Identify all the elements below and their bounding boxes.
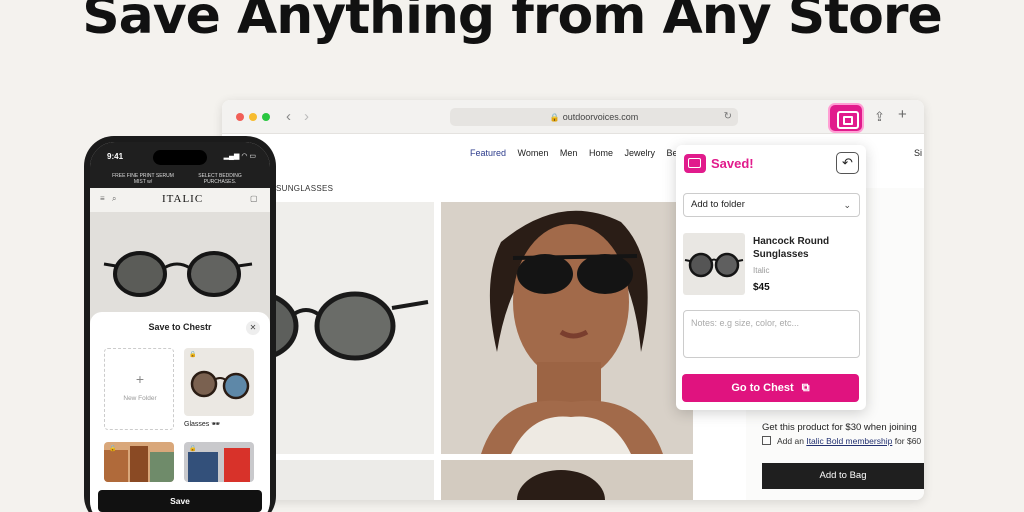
save-button[interactable]: Save	[98, 490, 262, 512]
product-brand: Italic	[753, 266, 770, 275]
new-tab-icon[interactable]: +	[898, 106, 907, 123]
nav-item-featured[interactable]: Featured	[470, 148, 506, 158]
membership-option[interactable]: Add an Italic Bold membership for $60	[762, 436, 921, 446]
status-time: 9:41	[107, 152, 124, 161]
membership-prefix: Add an	[777, 436, 804, 446]
add-to-bag-button[interactable]: Add to Bag	[762, 463, 924, 489]
membership-link[interactable]: Italic Bold membership	[806, 436, 892, 446]
chestr-logo-icon	[684, 154, 706, 173]
folder-label-glasses: Glasses 🕶	[184, 421, 221, 428]
lock-icon: 🔒	[189, 446, 197, 452]
promo-banner-right: SELECT BEDDING PURCHASES.	[198, 173, 242, 185]
menu-icon[interactable]: ≡	[100, 194, 105, 203]
url-text: outdoorvoices.com	[562, 112, 639, 122]
undo-button[interactable]: ↶	[836, 152, 859, 174]
breadcrumb[interactable]: SUNGLASSES	[276, 184, 333, 193]
product-thumbnail	[683, 233, 745, 295]
phone-screen: 9:41 ▂▄▆ ◠ ▭ FREE FINE PRINT SERUM MIST …	[90, 142, 270, 512]
popup-title: Saved!	[711, 156, 754, 171]
promo-banner-left: FREE FINE PRINT SERUM MIST w/	[112, 173, 174, 185]
dynamic-island	[153, 150, 207, 165]
maximize-window-button[interactable]	[262, 113, 270, 121]
phone-mockup: 9:41 ▂▄▆ ◠ ▭ FREE FINE PRINT SERUM MIST …	[84, 136, 276, 512]
chevron-down-icon: ⌄	[843, 200, 851, 210]
saved-popup: Saved! ↶ Add to folder ⌄ Hancock Round S…	[676, 145, 866, 410]
new-folder-tile[interactable]: + New Folder	[104, 348, 174, 430]
bag-icon[interactable]: ▢	[250, 194, 258, 203]
forward-icon[interactable]: ›	[304, 108, 309, 125]
membership-checkbox[interactable]	[762, 436, 771, 445]
nav-item-home[interactable]: Home	[589, 148, 613, 158]
chestr-extension-icon[interactable]	[828, 103, 864, 133]
reload-icon[interactable]: ↻	[724, 108, 732, 126]
undo-icon: ↶	[842, 155, 853, 170]
folder-tile-3[interactable]: 🔒	[104, 442, 174, 482]
share-icon[interactable]: ⇪	[874, 109, 885, 125]
lock-icon: 🔒	[189, 352, 197, 358]
close-icon[interactable]: ✕	[246, 321, 260, 335]
product-name: Hancock Round Sunglasses	[753, 236, 830, 260]
membership-promo-text: Get this product for $30 when joining	[762, 422, 917, 433]
status-icons: ▂▄▆ ◠ ▭	[223, 153, 256, 160]
browser-titlebar: ‹ › 🔒 outdoorvoices.com ↻ ⇪ +	[222, 100, 924, 134]
product-price: $45	[753, 282, 770, 293]
go-to-chest-button[interactable]: Go to Chest ⧉	[682, 374, 859, 402]
external-link-icon: ⧉	[801, 382, 810, 394]
sheet-title: Save to Chestr	[148, 322, 212, 332]
search-icon[interactable]: ⌕	[112, 194, 116, 204]
product-photo-4[interactable]	[441, 460, 693, 500]
nav-item-jewelry[interactable]: Jewelry	[624, 148, 655, 158]
site-nav: Featured Women Men Home Jewelry Bea	[470, 148, 692, 158]
address-bar[interactable]: 🔒 outdoorvoices.com ↻	[450, 108, 738, 126]
folder-select[interactable]: Add to folder ⌄	[683, 193, 860, 217]
page-headline: Save Anything from Any Store	[82, 0, 943, 46]
lock-icon: 🔒	[549, 113, 560, 122]
membership-suffix: for $60	[894, 436, 922, 446]
minimize-window-button[interactable]	[249, 113, 257, 121]
folder-tile-glasses[interactable]: 🔒	[184, 348, 254, 416]
folder-tile-4[interactable]: 🔒	[184, 442, 254, 482]
nav-item-women[interactable]: Women	[518, 148, 549, 158]
sign-in-link[interactable]: Si	[914, 148, 922, 158]
lock-icon: 🔒	[109, 446, 117, 452]
back-icon[interactable]: ‹	[286, 108, 291, 125]
close-window-button[interactable]	[236, 113, 244, 121]
new-folder-label: New Folder	[123, 395, 157, 402]
go-to-chest-label: Go to Chest	[731, 382, 794, 394]
folder-select-value: Add to folder	[691, 199, 745, 210]
phone-brand-logo: ITALIC	[162, 193, 204, 205]
plus-icon: +	[135, 371, 145, 387]
save-to-chestr-sheet: Save to Chestr ✕ + New Folder 🔒 Glasses …	[90, 312, 270, 512]
product-photo-model[interactable]	[441, 202, 693, 454]
notes-field[interactable]: Notes: e.g size, color, etc...	[683, 310, 860, 358]
nav-item-men[interactable]: Men	[560, 148, 578, 158]
